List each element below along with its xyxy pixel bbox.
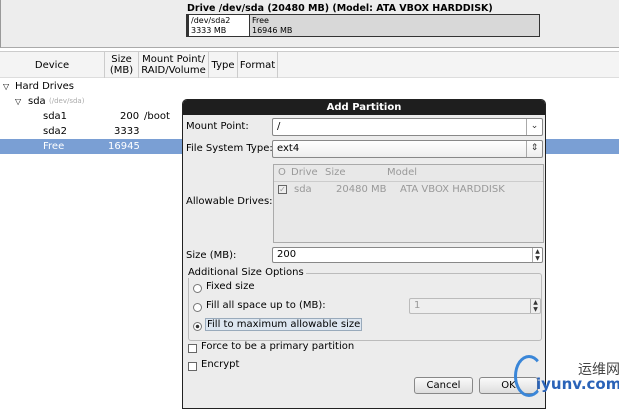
fill-upto-label[interactable]: Fill all space up to (MB): [206, 300, 326, 311]
group-label: Hard Drives [15, 81, 74, 92]
expander-icon[interactable]: ▽ [3, 79, 9, 94]
free-block[interactable]: Free 16946 MB [250, 15, 294, 36]
group-label: Additional Size Options [188, 267, 306, 278]
size: 200 [120, 111, 140, 122]
mount-point-combo[interactable]: / ⌄ [272, 118, 543, 136]
tree-hard-drives[interactable]: ▽ Hard Drives [0, 79, 619, 94]
fill-max-label[interactable]: Fill to maximum allowable size [205, 318, 363, 331]
spin-arrows-icon[interactable]: ▲ ▼ [532, 248, 542, 262]
device: Free [43, 141, 65, 152]
part-name: Free [252, 16, 269, 25]
disk-path: (/dev/sda) [49, 97, 85, 105]
drives-label: Allowable Drives: [186, 196, 273, 207]
encrypt-label[interactable]: Encrypt [201, 359, 239, 370]
expander-icon[interactable]: ▽ [15, 94, 21, 109]
cancel-button[interactable]: Cancel [414, 377, 473, 394]
watermark-url: iyunv.com [536, 375, 619, 393]
device: sda2 [43, 126, 68, 137]
fixed-size-label[interactable]: Fixed size [206, 281, 254, 292]
updown-icon[interactable]: ⇕ [526, 141, 542, 157]
dialog-title: Add Partition [183, 100, 545, 115]
disk-label: sda [28, 96, 46, 107]
drive-bar: /dev/sda2 3333 MB Free 16946 MB [186, 14, 540, 37]
size-label: Size (MB): [186, 250, 237, 261]
size: 3333 [114, 126, 140, 137]
fill-max-radio[interactable] [193, 322, 202, 331]
part-size: 16946 MB [252, 26, 293, 35]
drive-checkbox[interactable]: ✓ [278, 185, 287, 194]
mount: /boot [144, 111, 170, 122]
size: 16945 [108, 141, 140, 152]
mount-label: Mount Point: [186, 121, 249, 132]
col-type[interactable]: Type [209, 52, 238, 78]
col: Model [387, 167, 418, 178]
add-partition-dialog: Add Partition Mount Point: / ⌄ File Syste… [182, 99, 546, 409]
fill-upto-radio[interactable] [193, 303, 202, 312]
table-header: Device Size (MB) Mount Point/ RAID/Volum… [0, 51, 619, 78]
fixed-size-radio[interactable] [193, 284, 202, 293]
device: sda1 [43, 111, 68, 122]
drive-title: Drive /dev/sda (20480 MB) (Model: ATA VB… [187, 3, 493, 14]
allowable-drives-list[interactable]: O Drive Size Model ✓ sda 20480 MB ATA VBOX … [273, 164, 544, 243]
spin-arrows-icon[interactable]: ▲ ▼ [530, 299, 540, 313]
drive-panel: Drive /dev/sda (20480 MB) (Model: ATA VB… [0, 0, 619, 48]
partition-sda2-block[interactable]: /dev/sda2 3333 MB [187, 15, 250, 36]
primary-checkbox[interactable] [188, 344, 197, 353]
mount-value: / [277, 121, 281, 132]
col-device[interactable]: Device [0, 52, 105, 78]
fs-type-select[interactable]: ext4 ⇕ [272, 140, 543, 158]
col-format[interactable]: Format [238, 52, 278, 78]
chevron-down-icon[interactable]: ⌄ [526, 119, 542, 135]
fill-upto-spinner[interactable]: 1 ▲ ▼ [409, 298, 541, 314]
model: ATA VBOX HARDDISK [400, 184, 505, 195]
col-mount[interactable]: Mount Point/ RAID/Volume [139, 52, 209, 78]
primary-label[interactable]: Force to be a primary partition [201, 341, 354, 352]
size-value: 200 [277, 249, 297, 260]
part-size: 3333 MB [191, 26, 227, 35]
col: O [278, 167, 286, 178]
part-name: /dev/sda2 [191, 16, 231, 25]
size-spinner[interactable]: 200 ▲ ▼ [272, 247, 543, 263]
fill-upto-value: 1 [414, 300, 421, 311]
col: Size [325, 167, 346, 178]
encrypt-checkbox[interactable] [188, 362, 197, 371]
drive: sda [294, 184, 312, 195]
size: 20480 MB [336, 184, 387, 195]
col: Drive [291, 167, 318, 178]
col-size[interactable]: Size (MB) [105, 52, 139, 78]
fs-label: File System Type: [186, 143, 273, 154]
fs-value: ext4 [277, 143, 300, 154]
